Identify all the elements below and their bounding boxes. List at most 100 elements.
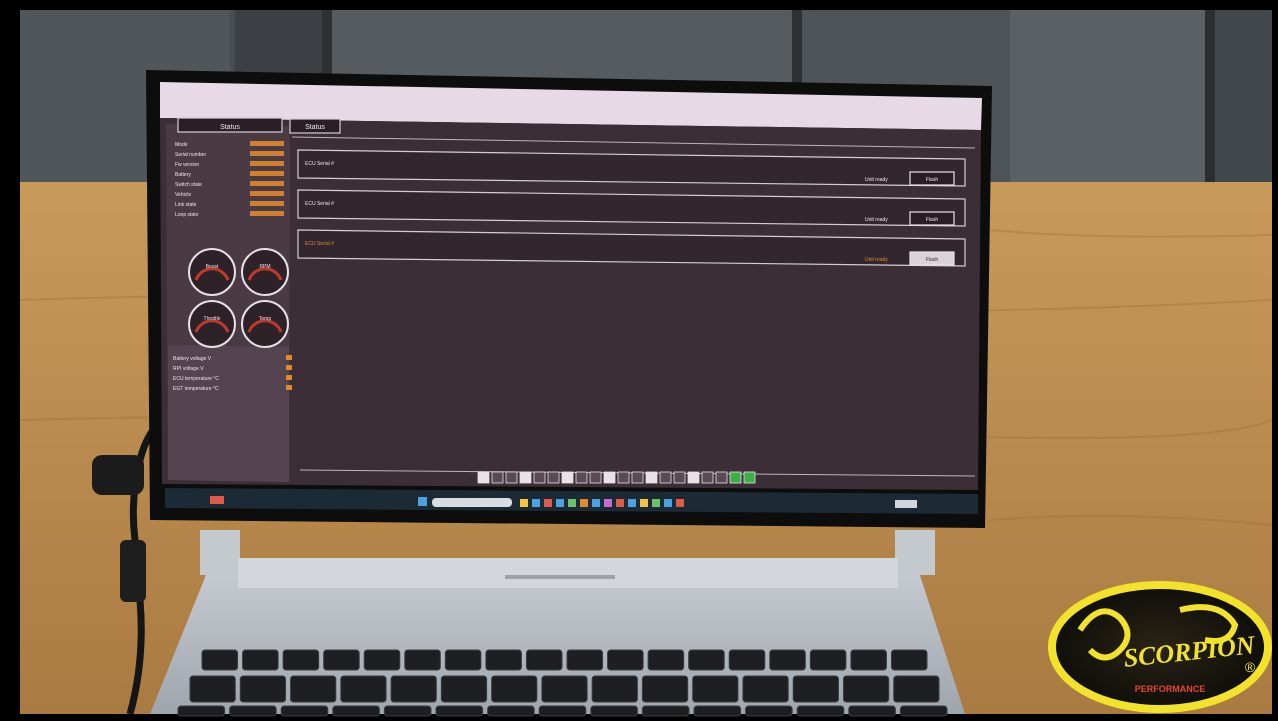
keyboard-key	[647, 649, 685, 671]
keyboard-key	[745, 705, 793, 717]
left-row-value	[250, 161, 284, 166]
taskbar-app-icon[interactable]	[592, 499, 600, 507]
weather-icon[interactable]	[210, 496, 224, 504]
toolbar-button[interactable]	[631, 471, 644, 484]
bottom-row-label: EGT temperature °C	[173, 386, 219, 392]
keyboard-key	[541, 675, 588, 703]
toolbar-button[interactable]	[547, 471, 560, 484]
section-title: ECU Serial #	[305, 201, 334, 207]
keyboard-key	[893, 675, 940, 703]
left-row-label: Link state	[175, 202, 197, 208]
keyboard-key	[591, 675, 638, 703]
section-status: Unit ready	[865, 257, 888, 263]
taskbar-app-icon[interactable]	[640, 499, 648, 507]
keyboard-key	[435, 705, 484, 717]
logo-subtitle: PERFORMANCE	[1135, 684, 1206, 694]
left-row-value	[250, 191, 284, 196]
gauge: Boost	[188, 248, 236, 296]
keyboard-key	[742, 675, 789, 703]
taskbar-app-icon[interactable]	[532, 499, 540, 507]
taskbar-app-icon[interactable]	[652, 499, 660, 507]
keyboard-key	[383, 705, 432, 717]
keyboard-key	[332, 705, 380, 717]
keyboard-key	[363, 649, 401, 671]
keyboard-key	[899, 705, 948, 717]
left-row-value	[250, 201, 284, 206]
keyboard-key	[641, 705, 690, 717]
taskbar-clock	[895, 500, 917, 508]
keyboard-key	[444, 649, 482, 671]
taskbar-search[interactable]	[432, 498, 512, 507]
keyboard-key	[239, 675, 287, 703]
toolbar-button[interactable]	[519, 471, 532, 484]
toolbar-button[interactable]	[603, 471, 616, 484]
taskbar-app-icon[interactable]	[676, 499, 684, 507]
toolbar-button[interactable]	[645, 471, 658, 484]
gauge-label: Throttle	[204, 316, 221, 322]
keyboard-key	[242, 649, 279, 671]
keyboard-key	[692, 675, 739, 703]
toolbar-button[interactable]	[743, 471, 756, 484]
section-status: Unit ready	[865, 217, 888, 223]
taskbar-app-icon[interactable]	[568, 499, 576, 507]
gauge: Throttle	[188, 300, 236, 348]
keyboard-key	[491, 675, 538, 703]
scene-svg: Status Mode Serial number Fw version Batter…	[0, 0, 1278, 721]
taskbar-app-icon[interactable]	[628, 499, 636, 507]
toolbar-button[interactable]	[701, 471, 714, 484]
keyboard-key	[566, 649, 604, 671]
toolbar-button[interactable]	[687, 471, 700, 484]
keyboard-key	[693, 705, 742, 717]
gauge-label: Temp	[259, 316, 271, 322]
taskbar-app-icon[interactable]	[556, 499, 564, 507]
taskbar-app-icon[interactable]	[664, 499, 672, 507]
toolbar-button[interactable]	[617, 471, 630, 484]
left-row-label: Vehicle	[175, 192, 191, 198]
logo-registered-mark: ®	[1245, 659, 1256, 675]
section-status: Unit ready	[865, 177, 888, 183]
taskbar-app-icon[interactable]	[520, 499, 528, 507]
keyboard-key	[641, 675, 689, 703]
keyboard-key	[189, 675, 236, 703]
taskbar-app-icon[interactable]	[544, 499, 552, 507]
toolbar-button[interactable]	[715, 471, 728, 484]
status-button[interactable]: Status	[177, 117, 283, 133]
section-title: ECU Serial #	[305, 241, 334, 247]
keyboard-key	[590, 705, 638, 717]
keyboard-key	[177, 705, 226, 717]
windows-start-icon[interactable]	[418, 497, 427, 506]
toolbar-button[interactable]	[659, 471, 672, 484]
keyboard-key	[485, 649, 522, 671]
gauge: Temp	[241, 300, 289, 348]
section-title: ECU Serial #	[305, 161, 334, 167]
keyboard-key	[440, 675, 488, 703]
toolbar-button[interactable]	[673, 471, 686, 484]
left-row-label: Serial number	[175, 152, 206, 158]
toolbar-button[interactable]	[589, 471, 602, 484]
photo-scene: Status Mode Serial number Fw version Batter…	[0, 0, 1278, 721]
flash-button[interactable]: Flash	[909, 211, 955, 226]
toolbar-button[interactable]	[561, 471, 574, 484]
toolbar-button[interactable]	[477, 471, 490, 484]
bottom-row-label: Battery voltage V	[173, 356, 212, 362]
keyboard-key	[796, 705, 845, 717]
flash-button[interactable]: Flash	[909, 171, 955, 186]
keyboard-key	[842, 675, 890, 703]
left-row-value	[250, 171, 284, 176]
gauge: RPM	[241, 248, 289, 296]
taskbar-app-icon[interactable]	[580, 499, 588, 507]
tab-status[interactable]: Status	[289, 118, 341, 134]
keyboard-key	[538, 705, 587, 717]
taskbar-app-icon[interactable]	[604, 499, 612, 507]
toolbar-button[interactable]	[505, 471, 518, 484]
toolbar-button[interactable]	[729, 471, 742, 484]
keyboard-key	[487, 705, 535, 717]
taskbar-app-icon[interactable]	[616, 499, 624, 507]
keyboard-key	[809, 649, 847, 671]
toolbar-button[interactable]	[533, 471, 546, 484]
flash-button-label: Flash	[926, 177, 938, 183]
flash-button[interactable]: Flash	[909, 251, 955, 266]
toolbar-button[interactable]	[575, 471, 588, 484]
bottom-row-value	[286, 355, 292, 360]
toolbar-button[interactable]	[491, 471, 504, 484]
